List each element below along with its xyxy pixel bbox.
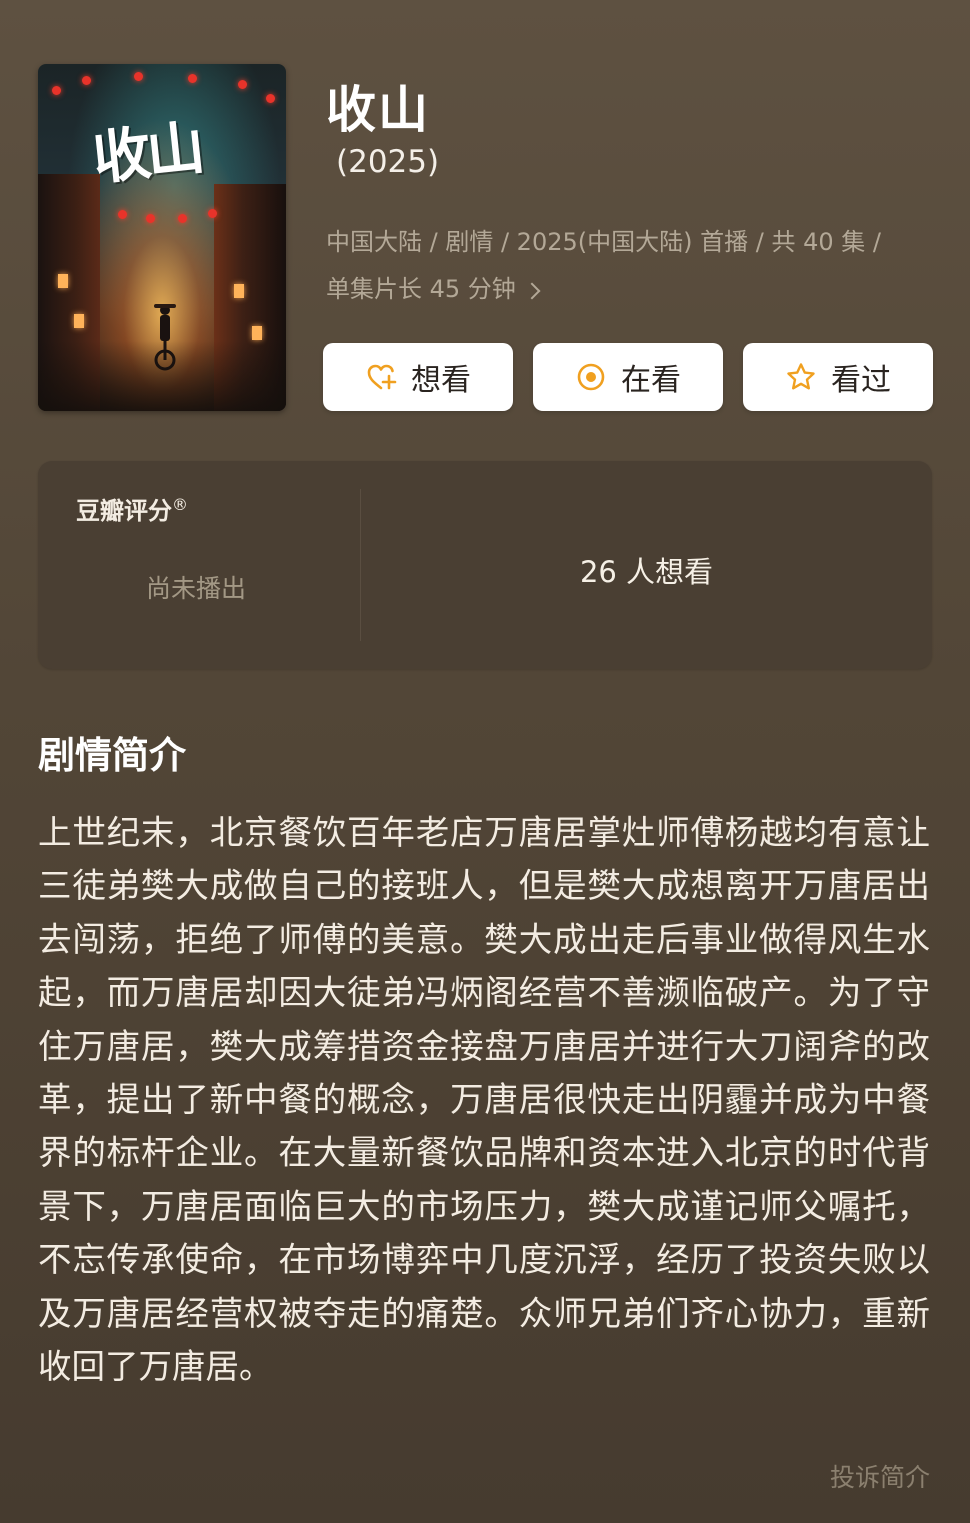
meta-line-2[interactable]: 单集片长 45 分钟 [326,266,541,313]
rating-status: 尚未播出 [146,574,247,603]
show-year: (2025) [336,144,440,180]
target-circle-icon [577,363,605,391]
meta-episode-length: 单集片长 45 分钟 [326,275,516,303]
report-synopsis-link[interactable]: 投诉简介 [830,1458,930,1494]
poster-street [38,341,286,411]
watched-label: 看过 [831,363,891,398]
chevron-right-icon [523,282,541,299]
poster-lantern [208,209,217,218]
star-icon [787,363,815,390]
poster-lantern [118,210,127,219]
poster-lantern [134,72,143,81]
rating-title: 豆瓣评分® [76,491,188,526]
poster-lantern [178,214,187,223]
registered-mark: ® [172,495,188,514]
want-count[interactable]: 26 人想看 [361,549,932,591]
poster-window [74,314,84,328]
want-to-watch-button[interactable]: 想看 [323,343,513,411]
poster-lantern [238,80,247,89]
watching-button[interactable]: 在看 [533,343,723,411]
meta-line-1: 中国大陆 / 剧情 / 2025(中国大陆) 首播 / 共 40 集 / [326,228,881,256]
watching-label: 在看 [621,363,681,398]
poster-window [234,284,244,298]
poster-window [58,274,68,288]
poster-lantern [188,74,197,83]
poster-lantern [146,214,155,223]
synopsis-text: 上世纪末，北京餐饮百年老店万唐居掌灶师傅杨越均有意让三徒弟樊大成做自己的接班人，… [38,813,930,1387]
poster-image[interactable]: 收山 [38,64,286,411]
show-meta[interactable]: 中国大陆 / 剧情 / 2025(中国大陆) 首播 / 共 40 集 / 单集片… [326,219,936,313]
rating-title-text: 豆瓣评分 [76,497,172,525]
rating-card[interactable]: 豆瓣评分® 尚未播出 26 人想看 [38,461,932,669]
action-buttons: 想看 在看 看过 [323,343,933,411]
heart-plus-icon [367,364,397,390]
poster-lantern [266,94,275,103]
want-to-watch-label: 想看 [411,363,471,398]
synopsis-heading: 剧情简介 [38,734,186,777]
show-title: 收山 [326,81,430,139]
poster-window [252,326,262,340]
watched-button[interactable]: 看过 [743,343,933,411]
poster-lantern [82,76,91,85]
poster-title-art: 收山 [89,113,205,193]
poster-lantern [52,86,61,95]
